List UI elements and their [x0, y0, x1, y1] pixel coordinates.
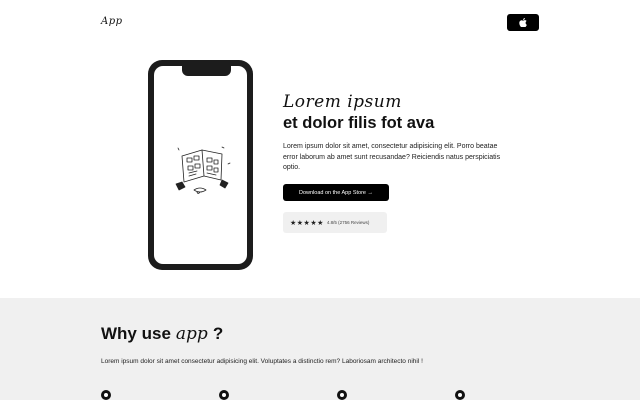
feature-icon-2	[219, 390, 229, 400]
feature-icon-3	[337, 390, 347, 400]
why-title-script: app	[175, 324, 208, 344]
download-app-store-button[interactable]: Download on the App Store →	[283, 184, 389, 201]
why-title-suffix: ?	[212, 324, 224, 343]
hero-title: et dolor filis fot ava	[283, 114, 435, 132]
reading-illustration	[175, 146, 231, 194]
hero-description: Lorem ipsum dolor sit amet, consectetur …	[283, 143, 501, 171]
why-title-prefix: Why use	[101, 324, 171, 343]
rating-text: 4.8/5 (2756 Reviews)	[326, 220, 370, 225]
why-title: Why use app ?	[101, 324, 223, 344]
why-description: Lorem ipsum dolor sit amet consectetur a…	[101, 358, 423, 365]
why-section: Why use app ? Lorem ipsum dolor sit amet…	[0, 298, 640, 400]
phone-screen	[154, 66, 247, 264]
apple-icon	[519, 18, 527, 27]
rating-badge: ★★★★★ 4.8/5 (2756 Reviews)	[283, 212, 387, 233]
phone-mockup	[148, 60, 253, 270]
apple-store-button[interactable]	[507, 14, 539, 31]
rating-stars-icon: ★★★★★	[290, 219, 324, 227]
hero-title-script: Lorem ipsum	[283, 92, 402, 112]
phone-notch	[182, 66, 231, 76]
app-logo[interactable]: App	[101, 16, 123, 27]
feature-icon-4	[455, 390, 465, 400]
feature-icon-1	[101, 390, 111, 400]
